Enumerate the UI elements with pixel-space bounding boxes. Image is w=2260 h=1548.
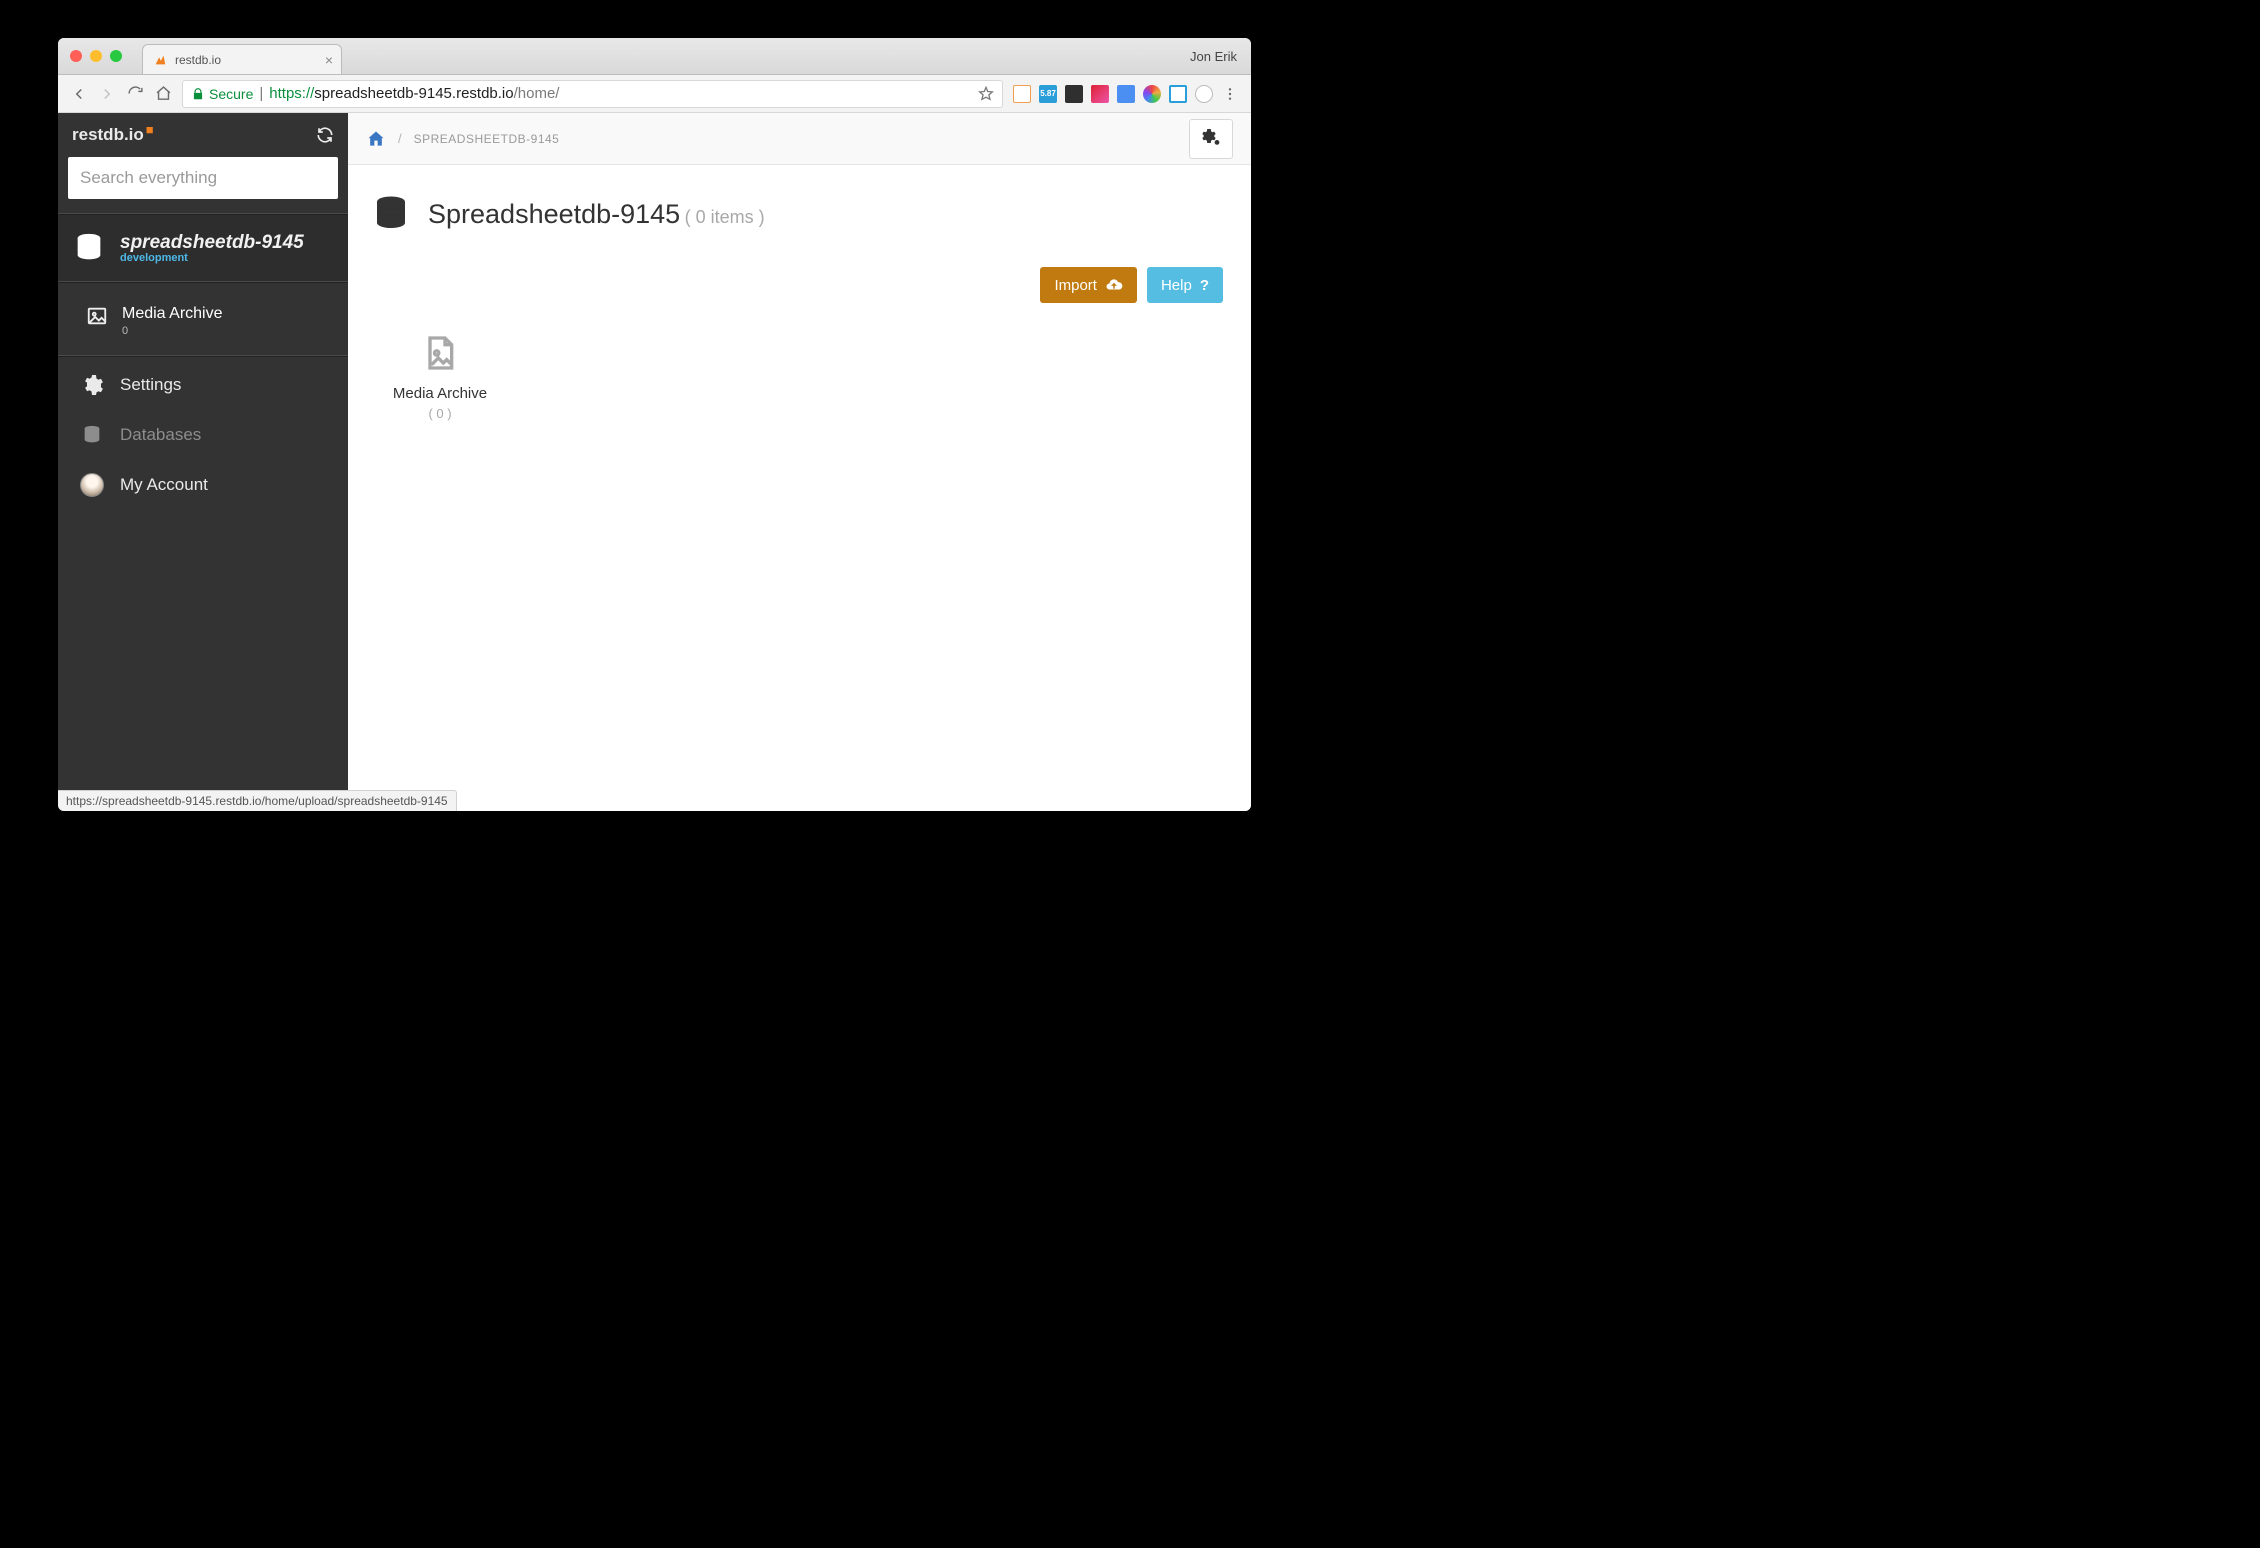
breadcrumb-current: SPREADSHEETDB-9145 (414, 132, 560, 146)
ext-icon-6[interactable] (1143, 85, 1161, 103)
ext-icon-2[interactable]: 5.87 (1039, 85, 1057, 103)
browser-menu-icon[interactable] (1221, 85, 1239, 103)
bookmark-star-icon[interactable] (978, 86, 994, 102)
breadcrumb-separator: / (398, 131, 402, 146)
secure-indicator: Secure (191, 86, 253, 102)
image-icon (86, 305, 108, 327)
sidebar-collection-media-archive[interactable]: Media Archive 0 (86, 305, 336, 337)
tile-label: Media Archive (370, 385, 510, 402)
favicon-icon (153, 53, 167, 67)
reload-button[interactable] (126, 85, 144, 103)
database-name: spreadsheetdb-9145 (120, 233, 304, 252)
ext-icon-5[interactable] (1117, 85, 1135, 103)
page-item-count: ( 0 items ) (685, 207, 765, 227)
url-text: https://spreadsheetdb-9145.restdb.io/hom… (269, 85, 559, 102)
status-bar-url: https://spreadsheetdb-9145.restdb.io/hom… (58, 790, 457, 811)
ext-icon-1[interactable] (1013, 85, 1031, 103)
home-button[interactable] (154, 85, 172, 103)
breadcrumb-bar: / SPREADSHEETDB-9145 (348, 113, 1251, 165)
browser-profile-name[interactable]: Jon Erik (1190, 49, 1237, 64)
nav-label: My Account (120, 475, 208, 495)
tab-close-icon[interactable]: × (325, 52, 333, 68)
nav-label: Databases (120, 425, 201, 445)
ext-icon-7[interactable] (1169, 85, 1187, 103)
gears-icon (1199, 127, 1223, 151)
button-label: Import (1054, 277, 1097, 294)
button-label: Help (1161, 277, 1192, 294)
ext-icon-4[interactable] (1091, 85, 1109, 103)
cloud-upload-icon (1105, 276, 1123, 294)
page-settings-button[interactable] (1189, 119, 1233, 159)
secure-label: Secure (209, 86, 253, 102)
sidebar-item-my-account[interactable]: My Account (80, 467, 336, 503)
browser-tab[interactable]: restdb.io × (142, 44, 342, 74)
home-icon[interactable] (366, 129, 386, 149)
database-icon (370, 193, 412, 235)
sidebar-item-settings[interactable]: Settings (80, 367, 336, 403)
address-bar[interactable]: Secure | https://spreadsheetdb-9145.rest… (182, 80, 1003, 108)
browser-tabstrip: restdb.io × Jon Erik (58, 38, 1251, 75)
logo-text: restdb.io (72, 125, 144, 145)
tile-count: ( 0 ) (370, 406, 510, 421)
collection-count: 0 (122, 325, 223, 337)
sidebar: restdb.io■ spreadsheetdb-9145 developmen… (58, 113, 348, 811)
database-icon (72, 231, 106, 265)
database-icon (80, 423, 104, 447)
ext-icon-3[interactable] (1065, 85, 1083, 103)
database-env: development (120, 252, 304, 264)
tab-title: restdb.io (175, 53, 221, 67)
ext-icon-8[interactable] (1195, 85, 1213, 103)
avatar (80, 473, 104, 497)
image-file-icon (420, 333, 460, 373)
logo-accent-icon: ■ (146, 122, 154, 137)
window-controls (70, 50, 122, 62)
browser-toolbar: Secure | https://spreadsheetdb-9145.rest… (58, 75, 1251, 113)
page-title: Spreadsheetdb-9145 (428, 199, 680, 229)
logo[interactable]: restdb.io■ (72, 125, 154, 145)
forward-button[interactable] (98, 85, 116, 103)
lock-icon (191, 87, 205, 101)
sidebar-item-databases[interactable]: Databases (80, 417, 336, 453)
main-content: / SPREADSHEETDB-9145 Spreadsheetdb-9145 … (348, 113, 1251, 811)
window-maximize[interactable] (110, 50, 122, 62)
extension-icons: 5.87 (1013, 85, 1239, 103)
search-input[interactable] (68, 157, 338, 199)
window-minimize[interactable] (90, 50, 102, 62)
question-icon: ? (1200, 277, 1209, 294)
gear-icon (80, 373, 104, 397)
window-close[interactable] (70, 50, 82, 62)
import-button[interactable]: Import (1040, 267, 1137, 303)
back-button[interactable] (70, 85, 88, 103)
current-database[interactable]: spreadsheetdb-9145 development (58, 215, 348, 281)
nav-label: Settings (120, 375, 181, 395)
collection-label: Media Archive (122, 305, 223, 323)
refresh-icon[interactable] (316, 126, 334, 144)
help-button[interactable]: Help ? (1147, 267, 1223, 303)
tile-media-archive[interactable]: Media Archive ( 0 ) (370, 333, 510, 421)
